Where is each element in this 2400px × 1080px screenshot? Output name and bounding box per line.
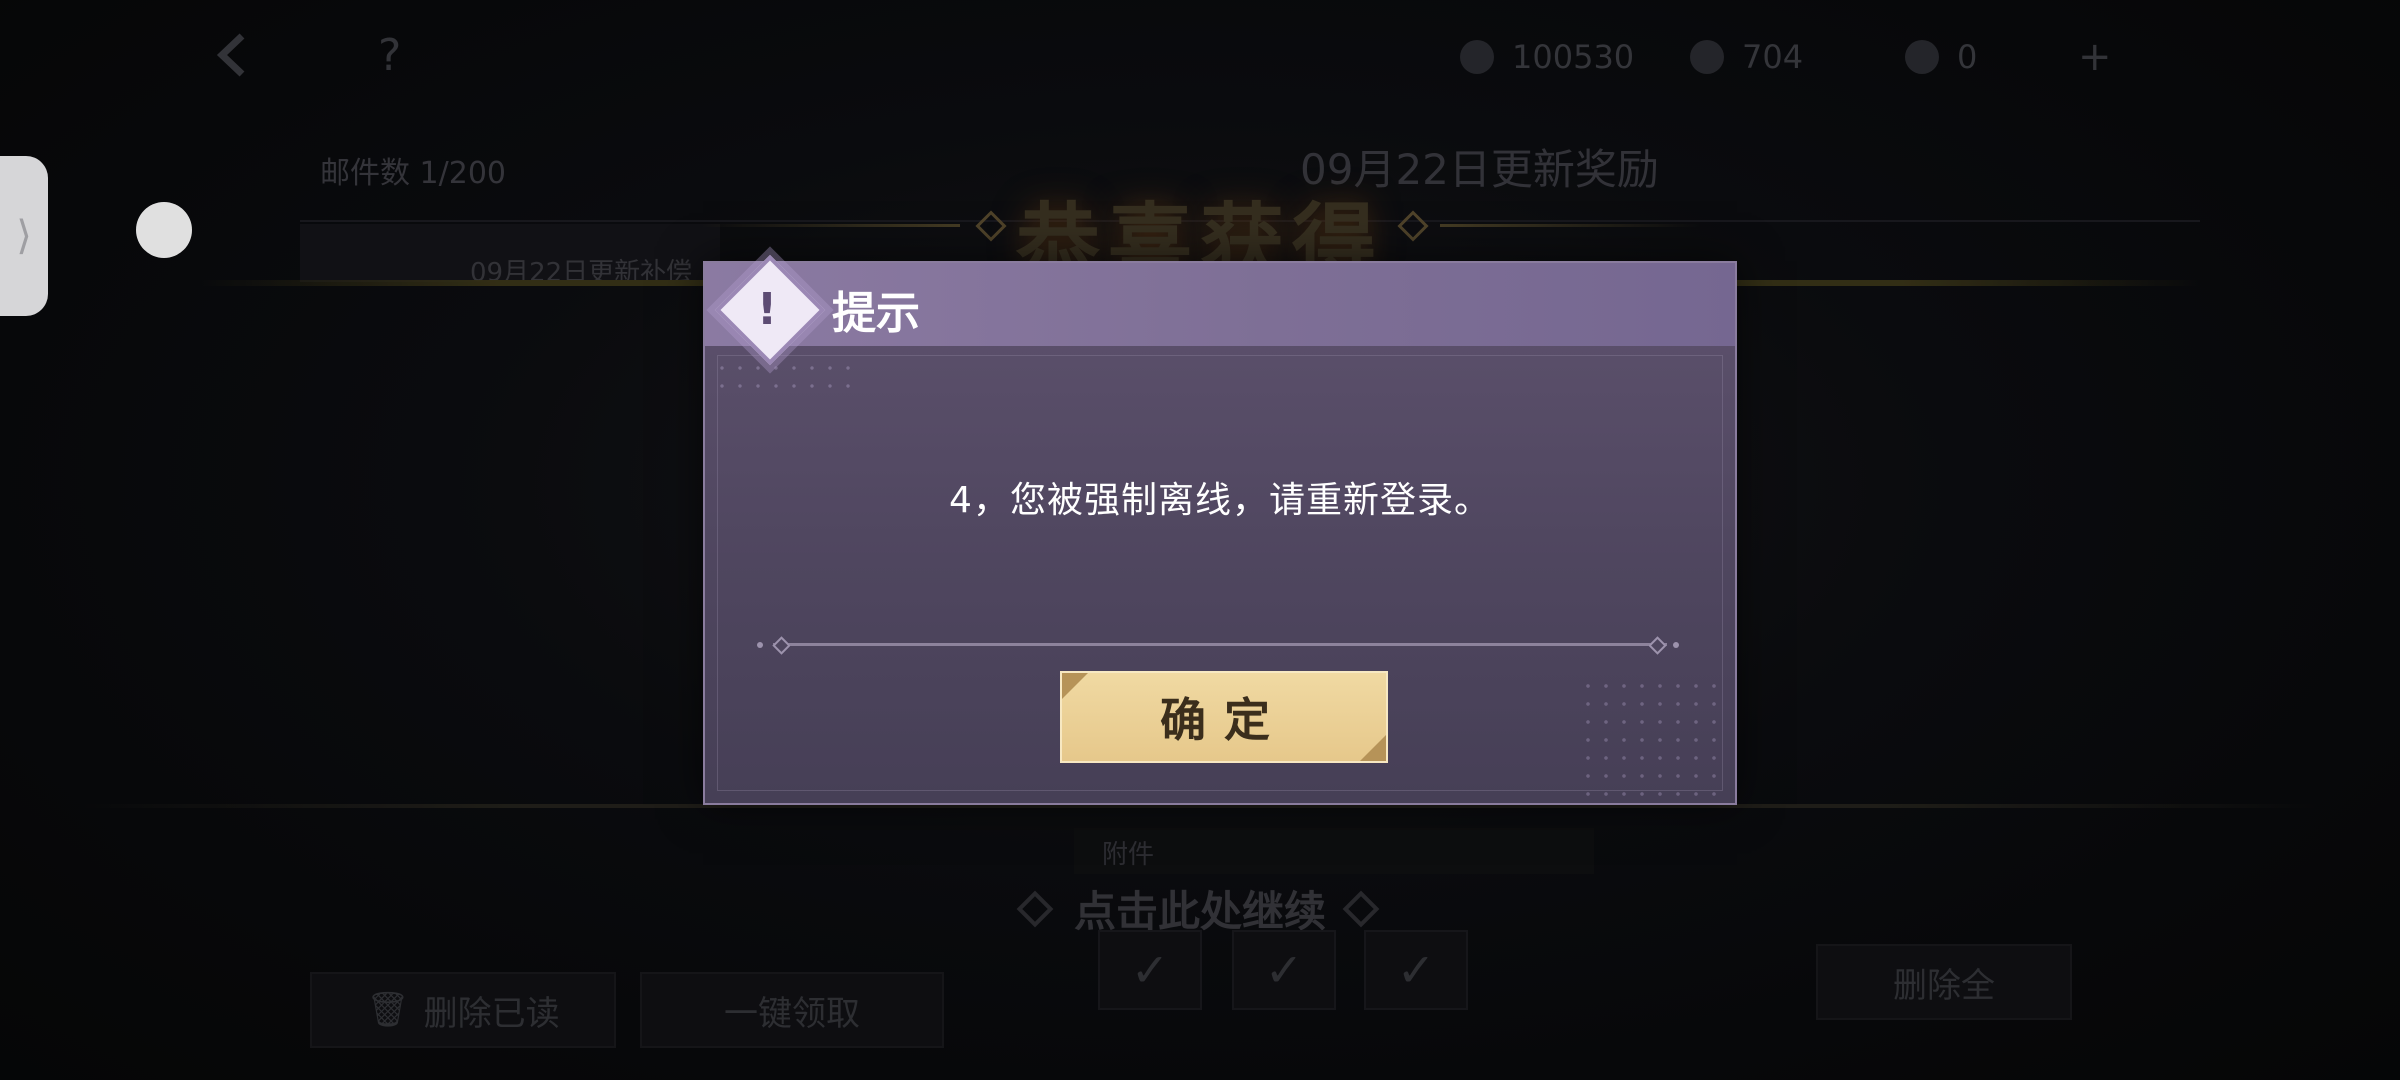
confirm-button[interactable]: 确定: [1060, 671, 1388, 763]
game-screen: ? 100530 704 0 + 邮件数 1/200 09月22日更新奖励 09…: [0, 0, 2400, 1080]
divider-dot: [1673, 642, 1679, 648]
button-corner-decoration: [1062, 673, 1088, 699]
confirm-button-label: 确定: [1160, 693, 1288, 747]
exclamation-icon: !: [756, 284, 778, 335]
dialog-divider: [773, 643, 1667, 646]
divider-dot: [757, 642, 763, 648]
button-corner-decoration: [1360, 735, 1386, 761]
dialog-title: 提示: [832, 288, 920, 339]
alert-dialog: ! 提示 4，您被强制离线，请重新登录。 确定: [703, 254, 1737, 805]
dialog-dot-pattern: [1579, 677, 1729, 797]
dialog-message: 4，您被强制离线，请重新登录。: [949, 480, 1491, 521]
